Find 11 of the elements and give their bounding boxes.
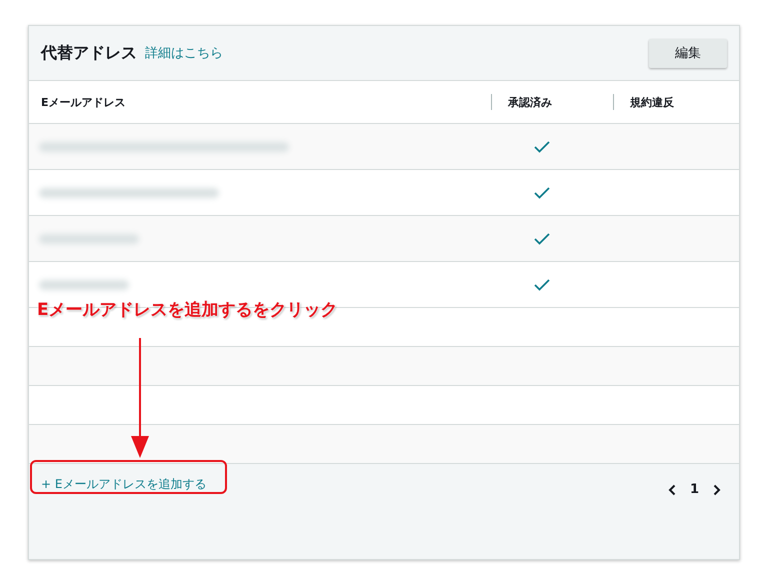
- next-page-icon[interactable]: [713, 484, 721, 496]
- annotation-text: Eメールアドレスを追加するをクリック: [37, 299, 338, 321]
- column-header: 規約違反: [630, 94, 674, 110]
- previous-page-icon[interactable]: [668, 484, 676, 496]
- details-link[interactable]: 詳細はこちら: [145, 44, 223, 62]
- column-header: 承認済み: [508, 94, 552, 110]
- edit-button[interactable]: 編集: [649, 38, 727, 68]
- add-email-link[interactable]: + Eメールアドレスを追加する: [41, 476, 206, 493]
- panel-title: 代替アドレス: [41, 42, 137, 64]
- column-header: Eメールアドレス: [41, 94, 126, 110]
- page-number[interactable]: 1: [690, 482, 699, 497]
